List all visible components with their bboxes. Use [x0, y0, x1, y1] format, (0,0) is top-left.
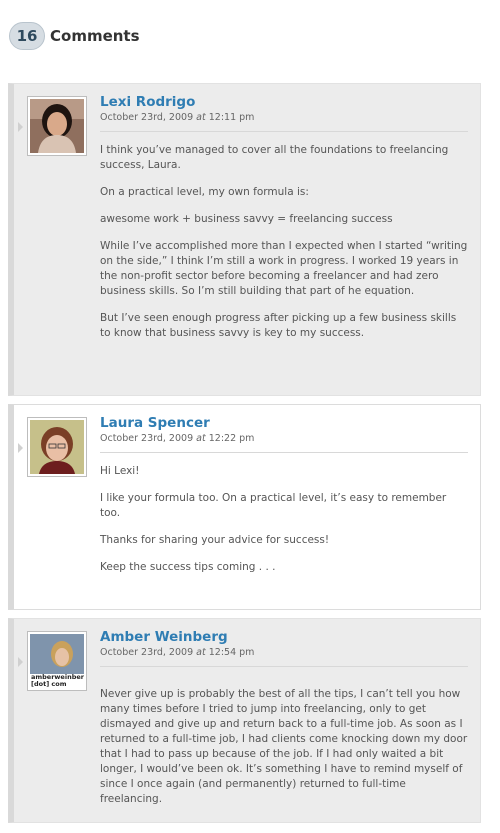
comment-body: I think you’ve managed to cover all the …	[100, 143, 468, 341]
comment-time: 12:54 pm	[208, 647, 255, 658]
comment-paragraph: Thanks for sharing your advice for succe…	[100, 534, 330, 546]
comment-count-badge: 16	[9, 22, 45, 50]
comment-timestamp[interactable]: October 23rd, 2009 at 12:54 pm	[100, 646, 468, 660]
comment-timestamp[interactable]: October 23rd, 2009 at 12:11 pm	[100, 111, 468, 125]
comment-at: at	[196, 433, 206, 444]
comment-pointer-icon	[18, 657, 23, 667]
comment-author-link[interactable]: Laura Spencer	[100, 415, 468, 432]
comment-item: Laura Spencer October 23rd, 2009 at 12:2…	[8, 404, 481, 610]
comment-date: October 23rd, 2009	[100, 112, 194, 123]
comment-time: 12:22 pm	[208, 433, 255, 444]
comment-paragraph: awesome work + business savvy = freelanc…	[100, 213, 393, 225]
comment-paragraph: I think you’ve managed to cover all the …	[100, 144, 449, 171]
comment-body: Never give up is probably the best of al…	[100, 687, 468, 807]
comment-at: at	[196, 647, 206, 658]
comment-body: Hi Lexi! I like your formula too. On a p…	[100, 464, 468, 575]
comment-paragraph: But I’ve seen enough progress after pick…	[100, 312, 457, 339]
comment-paragraph: On a practical level, my own formula is:	[100, 186, 309, 198]
comment-author-link[interactable]: Amber Weinberg	[100, 629, 468, 646]
comment-item: amberweinberg [dot] com Amber Weinberg O…	[8, 618, 481, 823]
comment-time: 12:11 pm	[208, 112, 255, 123]
person-photo-icon	[30, 420, 84, 474]
comment-timestamp[interactable]: October 23rd, 2009 at 12:22 pm	[100, 432, 468, 446]
avatar[interactable]: amberweinberg [dot] com	[27, 631, 87, 691]
avatar[interactable]	[27, 96, 87, 156]
divider	[100, 666, 468, 667]
comment-paragraph: Keep the success tips coming . . .	[100, 561, 276, 573]
comment-pointer-icon	[18, 443, 23, 453]
comment-paragraph: I like your formula too. On a practical …	[100, 492, 447, 519]
divider	[100, 131, 468, 132]
person-photo-icon	[30, 99, 84, 153]
comment-author-link[interactable]: Lexi Rodrigo	[100, 94, 468, 111]
divider	[100, 452, 468, 453]
comment-paragraph: While I’ve accomplished more than I expe…	[100, 240, 468, 297]
comments-title: Comments	[50, 27, 140, 45]
comment-pointer-icon	[18, 122, 23, 132]
comments-header: 16 Comments	[9, 22, 140, 50]
comment-date: October 23rd, 2009	[100, 647, 194, 658]
comment-paragraph: Hi Lexi!	[100, 465, 140, 477]
avatar[interactable]	[27, 417, 87, 477]
comment-item: Lexi Rodrigo October 23rd, 2009 at 12:11…	[8, 83, 481, 396]
comment-date: October 23rd, 2009	[100, 433, 194, 444]
comment-at: at	[196, 112, 206, 123]
comment-paragraph: Never give up is probably the best of al…	[100, 688, 468, 805]
avatar-caption: amberweinberg [dot] com	[30, 673, 84, 688]
